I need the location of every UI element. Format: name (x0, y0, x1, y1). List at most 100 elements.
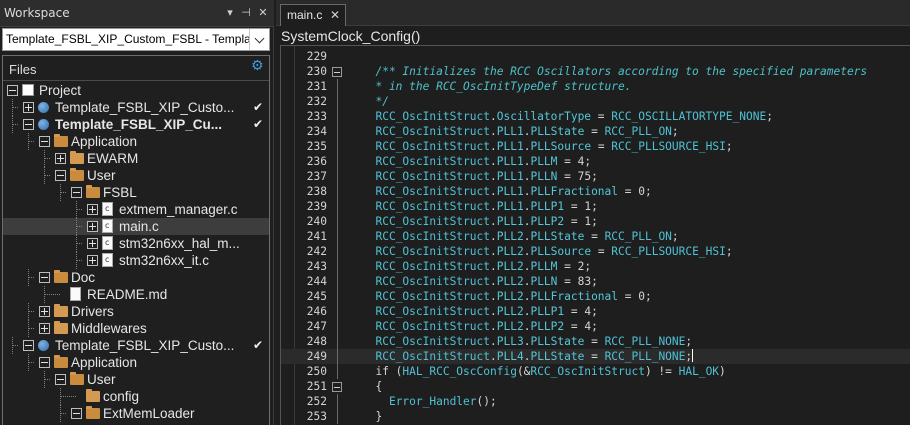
collapse-icon[interactable] (39, 136, 50, 147)
tree-row[interactable]: Doc (3, 269, 269, 286)
fold-toggle-icon[interactable] (332, 67, 342, 77)
function-navigator[interactable]: SystemClock_Config() (276, 26, 910, 46)
code-line[interactable]: 232 */ (281, 94, 910, 109)
check-icon: ✔ (252, 338, 263, 352)
files-label: Files (9, 62, 37, 77)
tree-item-label: stm32n6xx_it.c (119, 253, 210, 268)
code-line[interactable]: 240 RCC_OscInitStruct.PLL1.PLLP2 = 1; (281, 214, 910, 229)
code-line[interactable]: 244 RCC_OscInitStruct.PLL2.PLLN = 83; (281, 274, 910, 289)
tree-row[interactable]: README.md (3, 286, 269, 303)
collapse-icon[interactable] (71, 187, 82, 198)
expand-icon[interactable] (87, 204, 98, 215)
code-line[interactable]: 242 RCC_OscInitStruct.PLL2.PLLSource = R… (281, 244, 910, 259)
expand-icon[interactable] (39, 306, 50, 317)
line-number: 235 (306, 140, 327, 153)
code-text: RCC_OscInitStruct.PLL2.PLLSource = RCC_P… (375, 245, 733, 258)
tree-connector (60, 184, 61, 201)
tree-row[interactable]: stm32n6xx_it.c (3, 252, 269, 269)
code-text: Error_Handler(); (388, 395, 497, 408)
tree-item-label: Application (71, 134, 138, 149)
code-text: * in the RCC_OscInitTypeDef structure. (362, 80, 632, 93)
gear-icon[interactable]: ⚙ (251, 59, 265, 73)
code-text: { (362, 380, 383, 393)
tree-row[interactable]: Middlewares (3, 320, 269, 337)
collapse-icon[interactable] (55, 170, 66, 181)
collapse-icon[interactable] (23, 340, 34, 351)
code-line[interactable]: 231 * in the RCC_OscInitTypeDef structur… (281, 79, 910, 94)
code-line[interactable]: 247 RCC_OscInitStruct.PLL2.PLLP2 = 4; (281, 319, 910, 334)
code-line[interactable]: 235 RCC_OscInitStruct.PLL1.PLLSource = R… (281, 139, 910, 154)
tree-row[interactable]: User (3, 371, 269, 388)
code-line[interactable]: 234 RCC_OscInitStruct.PLL1.PLLState = RC… (281, 124, 910, 139)
c-file-icon (102, 236, 113, 250)
code-line[interactable]: 248 RCC_OscInitStruct.PLL3.PLLState = RC… (281, 334, 910, 349)
tree-row[interactable]: Template_FSBL_XIP_Custo... ✔ (3, 99, 269, 116)
tree-row[interactable]: extmem_manager.c (3, 201, 269, 218)
code-text: RCC_OscInitStruct.PLL1.PLLFractional = 0… (375, 185, 652, 198)
tree-item-label: User (87, 372, 116, 387)
code-line[interactable]: 238 RCC_OscInitStruct.PLL1.PLLFractional… (281, 184, 910, 199)
collapse-icon[interactable] (39, 272, 50, 283)
expand-icon[interactable] (87, 255, 98, 266)
configuration-select[interactable]: Template_FSBL_XIP_Custom_FSBL - Template… (2, 28, 270, 51)
code-line[interactable]: 243 RCC_OscInitStruct.PLL2.PLLM = 2; (281, 259, 910, 274)
folder-icon (54, 355, 68, 368)
close-icon[interactable]: ✕ (256, 5, 270, 21)
code-text-area[interactable]: 229 230 /** Initializes the RCC Oscillato… (280, 45, 910, 425)
line-number: 233 (306, 110, 327, 123)
collapse-icon[interactable] (71, 408, 82, 419)
code-line[interactable]: 251 { (281, 379, 910, 394)
folder-icon (54, 134, 68, 147)
tree-row[interactable]: User (3, 167, 269, 184)
code-line[interactable]: 233 RCC_OscInitStruct.OscillatorType = R… (281, 109, 910, 124)
code-line[interactable]: 241 RCC_OscInitStruct.PLL2.PLLState = RC… (281, 229, 910, 244)
expand-icon[interactable] (39, 323, 50, 334)
code-line[interactable]: 252 Error_Handler(); (281, 394, 910, 409)
tree-row[interactable]: Application (3, 354, 269, 371)
code-text: RCC_OscInitStruct.PLL1.PLLN = 75; (375, 170, 598, 183)
close-icon[interactable]: ✕ (330, 8, 340, 22)
code-line[interactable]: 239 RCC_OscInitStruct.PLL1.PLLP1 = 1; (281, 199, 910, 214)
tab-main-c[interactable]: main.c ✕ (280, 4, 346, 26)
tree-row[interactable]: FSBL (3, 184, 269, 201)
expand-icon[interactable] (87, 238, 98, 249)
collapse-icon[interactable] (23, 119, 34, 130)
folder-icon (70, 168, 84, 181)
tree-row[interactable]: Template_FSBL_XIP_Cu... ✔ (3, 116, 269, 133)
tree-row[interactable]: stm32n6xx_hal_m... (3, 235, 269, 252)
code-line[interactable]: 230 /** Initializes the RCC Oscillators … (281, 64, 910, 79)
code-text: RCC_OscInitStruct.PLL1.PLLM = 4; (375, 155, 592, 168)
tree-item-label: Template_FSBL_XIP_Cu... (55, 117, 223, 132)
code-line[interactable]: 236 RCC_OscInitStruct.PLL1.PLLM = 4; (281, 154, 910, 169)
expand-icon[interactable] (23, 102, 34, 113)
tree-row[interactable]: config (3, 388, 269, 405)
code-line[interactable]: 237 RCC_OscInitStruct.PLL1.PLLN = 75; (281, 169, 910, 184)
collapse-icon[interactable] (39, 357, 50, 368)
tree-row[interactable]: ExtMemLoader (3, 405, 269, 422)
code-line[interactable]: 250 if (HAL_RCC_OscConfig(&RCC_OscInitSt… (281, 364, 910, 379)
fold-toggle-icon[interactable] (332, 382, 342, 392)
tree-row[interactable]: main.c (3, 218, 269, 235)
code-line[interactable]: 245 RCC_OscInitStruct.PLL2.PLLFractional… (281, 289, 910, 304)
tree-row[interactable]: Application (3, 133, 269, 150)
fold-guide (337, 94, 338, 109)
tree-row[interactable]: Project (3, 82, 269, 99)
folder-icon (86, 389, 100, 402)
collapse-icon[interactable] (55, 374, 66, 385)
chevron-down-icon[interactable] (249, 29, 269, 50)
tree-row[interactable]: Drivers (3, 303, 269, 320)
code-line[interactable]: 249 RCC_OscInitStruct.PLL4.PLLState = RC… (281, 349, 910, 364)
text-caret (692, 349, 694, 362)
expand-icon[interactable] (55, 153, 66, 164)
expand-icon[interactable] (87, 221, 98, 232)
code-line[interactable]: 253 } (281, 409, 910, 424)
pin-icon[interactable]: ⊣ (239, 5, 253, 21)
code-line[interactable]: 229 (281, 49, 910, 64)
collapse-icon[interactable] (7, 85, 18, 96)
dropdown-arrow-icon[interactable]: ▾ (223, 5, 237, 21)
code-line[interactable]: 246 RCC_OscInitStruct.PLL2.PLLP1 = 4; (281, 304, 910, 319)
line-number: 232 (306, 95, 327, 108)
tree-row[interactable]: EWARM (3, 150, 269, 167)
tree-row[interactable]: Template_FSBL_XIP_Custo... ✔ (3, 337, 269, 354)
line-number: 250 (306, 365, 327, 378)
